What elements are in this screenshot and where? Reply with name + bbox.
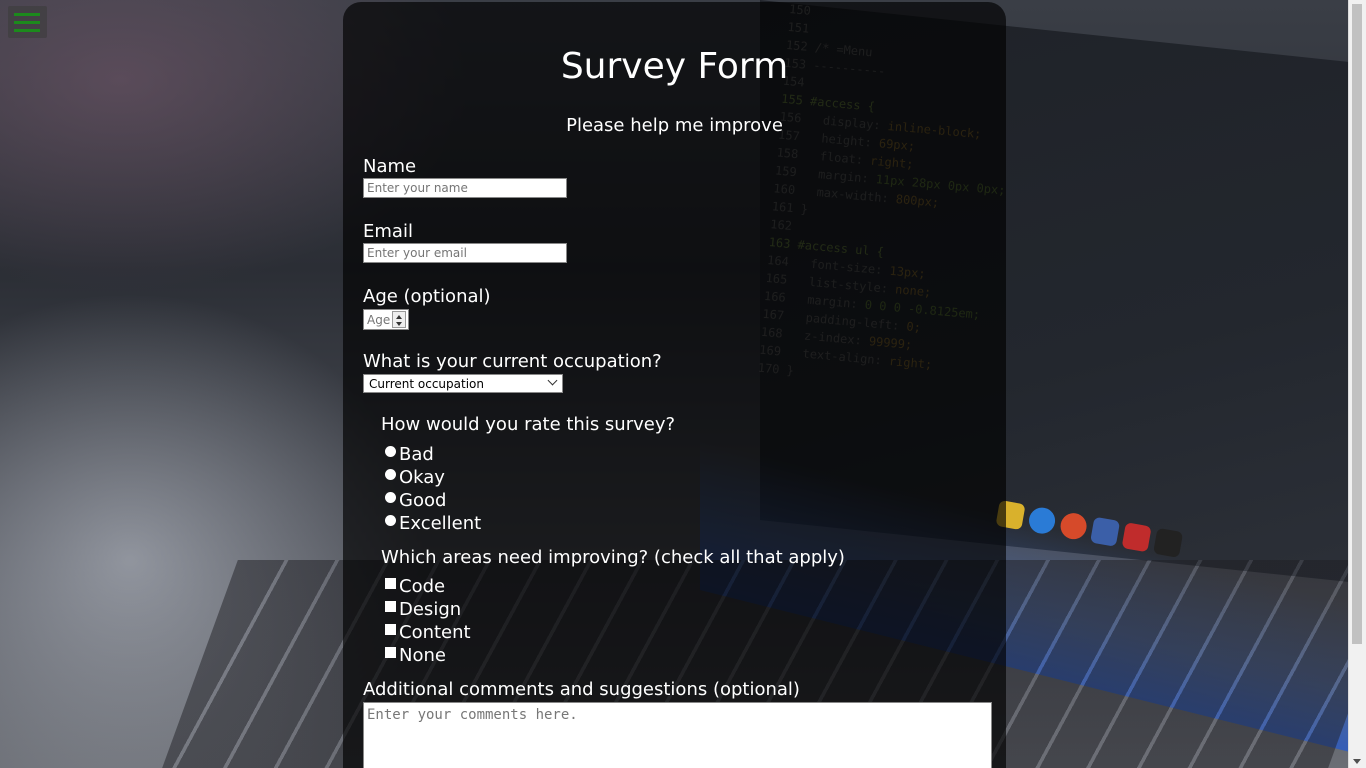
rating-option-label: Okay (399, 466, 445, 488)
age-label: Age (optional) (363, 286, 491, 307)
radio-button[interactable] (385, 514, 396, 526)
rating-question: How would you rate this survey? (381, 414, 676, 435)
checkbox[interactable] (385, 623, 396, 635)
rating-option-label: Bad (399, 443, 434, 465)
checkbox[interactable] (385, 646, 396, 658)
rating-option-bad[interactable]: Bad (385, 443, 434, 465)
name-label: Name (363, 156, 417, 177)
age-placeholder: Age (367, 313, 391, 327)
name-input[interactable] (363, 178, 567, 198)
radio-button[interactable] (385, 468, 396, 480)
rating-option-good[interactable]: Good (385, 489, 446, 511)
stepper-down-icon[interactable] (396, 322, 402, 326)
improve-option-none[interactable]: None (385, 644, 446, 666)
checkbox[interactable] (385, 600, 396, 612)
scrollbar-thumb[interactable] (1352, 4, 1362, 644)
email-input[interactable] (363, 243, 567, 263)
menu-button[interactable] (8, 6, 47, 38)
improve-option-label: Design (399, 598, 462, 620)
improve-option-label: None (399, 644, 446, 666)
form-title: Survey Form (560, 46, 789, 87)
radio-button[interactable] (385, 491, 396, 503)
stepper-up-icon[interactable] (396, 315, 402, 319)
form-subtitle: Please help me improve (566, 115, 783, 136)
survey-panel: Survey Form Please help me improve Name … (343, 2, 1006, 768)
rating-option-okay[interactable]: Okay (385, 466, 445, 488)
improve-question: Which areas need improving? (check all t… (381, 547, 845, 568)
occupation-selected: Current occupation (369, 377, 484, 391)
occupation-select[interactable]: Current occupation (363, 374, 563, 393)
improve-option-label: Content (399, 621, 471, 643)
age-stepper[interactable] (392, 311, 406, 328)
comments-textarea[interactable]: Enter your comments here. (363, 702, 992, 768)
scroll-down-icon[interactable] (1353, 759, 1361, 764)
age-input[interactable]: Age (363, 309, 409, 330)
rating-option-excellent[interactable]: Excellent (385, 512, 481, 534)
chevron-down-icon (547, 375, 558, 386)
comments-label: Additional comments and suggestions (opt… (363, 679, 800, 700)
improve-option-code[interactable]: Code (385, 575, 445, 597)
improve-option-label: Code (399, 575, 446, 597)
hamburger-icon-bar (14, 29, 40, 32)
hamburger-icon (14, 13, 40, 16)
rating-option-label: Excellent (399, 512, 482, 534)
email-label: Email (363, 221, 413, 242)
page-scrollbar[interactable] (1348, 0, 1366, 768)
checkbox[interactable] (385, 577, 396, 589)
hamburger-icon-bar (14, 21, 40, 24)
improve-option-content[interactable]: Content (385, 621, 471, 643)
rating-option-label: Good (399, 489, 447, 511)
radio-button[interactable] (385, 445, 396, 457)
improve-option-design[interactable]: Design (385, 598, 461, 620)
occupation-label: What is your current occupation? (363, 351, 662, 372)
